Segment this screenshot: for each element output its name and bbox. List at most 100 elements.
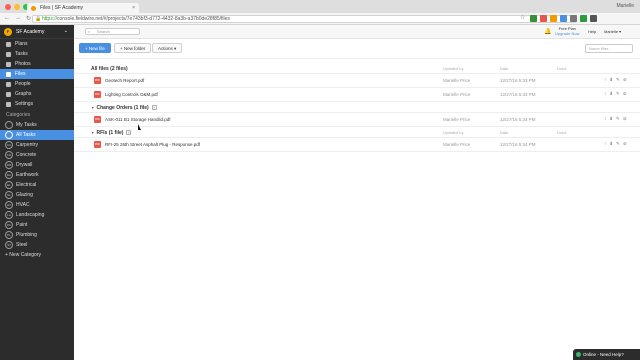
edit-icon[interactable]: ✎ xyxy=(616,91,620,97)
file-row[interactable]: PDF RFI-25 26th Street Asphalt Plug - Re… xyxy=(74,138,640,152)
folder-header-rfis[interactable]: ▼ RFIs (1 file) + Updated by Date Links xyxy=(74,127,640,138)
upload-icon[interactable]: ↑ xyxy=(604,77,606,83)
category-electrical[interactable]: EL Electrical xyxy=(0,180,74,190)
sidebar-item-files[interactable]: Files xyxy=(0,69,74,79)
folder-collapse-icon[interactable]: ▼ xyxy=(91,106,94,110)
extension-check-icon[interactable] xyxy=(580,15,587,22)
actions-dropdown[interactable]: Actions ▾ xyxy=(152,43,183,53)
category-steel[interactable]: ST Steel xyxy=(0,240,74,250)
download-icon[interactable]: ⬇ xyxy=(609,91,613,97)
delete-icon[interactable]: ⊘ xyxy=(623,77,627,83)
sidebar-item-tasks[interactable]: Tasks xyxy=(0,49,74,59)
plans-icon xyxy=(6,41,11,47)
folder-header-change-orders[interactable]: ▼ Change Orders (1 file) + xyxy=(74,102,640,113)
file-row[interactable]: PDF Geotech Report.pdf Marielle Price 12… xyxy=(74,74,640,88)
file-name[interactable]: ASK-011 B1 Storage Handlid.pdf xyxy=(105,117,170,122)
online-status-icon xyxy=(576,352,581,357)
category-label: All Tasks xyxy=(16,132,36,138)
minimize-window-button[interactable] xyxy=(14,4,20,10)
sidebar-item-graphs[interactable]: Graphs xyxy=(0,89,74,99)
notifications-bell-icon[interactable]: 🔔 xyxy=(544,28,551,35)
category-carpentry[interactable]: CA Carpentry xyxy=(0,140,74,150)
close-window-button[interactable] xyxy=(5,4,11,10)
address-bar[interactable]: 🔒 https://console.fieldwire.net/#/projec… xyxy=(32,15,577,23)
search-input[interactable]: ⌕ Search xyxy=(85,28,140,35)
delete-icon[interactable]: ⊘ xyxy=(623,141,627,147)
project-switcher[interactable]: F SF Academy ⌄ xyxy=(0,25,74,39)
new-category-button[interactable]: + New Category xyxy=(0,250,74,260)
category-landscaping[interactable]: LA Landscaping xyxy=(0,210,74,220)
sidebar-item-photos[interactable]: Photos xyxy=(0,59,74,69)
extension-red-icon[interactable] xyxy=(540,15,547,22)
category-drywall[interactable]: DR Drywall xyxy=(0,160,74,170)
category-my-tasks[interactable]: My Tasks xyxy=(0,120,74,130)
extension-gray-icon[interactable] xyxy=(570,15,577,22)
pdf-file-icon: PDF xyxy=(94,77,101,84)
chrome-menu-icon[interactable] xyxy=(590,15,597,22)
help-link[interactable]: Help xyxy=(588,29,596,34)
new-folder-button[interactable]: + New folder xyxy=(114,43,152,53)
gear-icon xyxy=(6,101,11,107)
back-arrow-icon[interactable]: ← xyxy=(4,15,10,22)
folder-title: All files (2 files) xyxy=(91,66,128,72)
extension-blue-icon[interactable] xyxy=(560,15,567,22)
sidebar-item-label: Graphs xyxy=(15,91,32,97)
file-row[interactable]: PDF ASK-011 B1 Storage Handlid.pdf Marie… xyxy=(74,113,640,127)
extension-orange-icon[interactable] xyxy=(550,15,557,22)
sidebar-item-plans[interactable]: Plans xyxy=(0,39,74,49)
category-plumbing[interactable]: PL Plumbing xyxy=(0,230,74,240)
download-icon[interactable]: ⬇ xyxy=(609,77,613,83)
folder-collapse-icon[interactable]: ▼ xyxy=(91,131,94,135)
search-icon: ⌕ xyxy=(88,29,91,34)
edit-icon[interactable]: ✎ xyxy=(616,116,620,122)
bookmark-star-icon[interactable]: ☆ xyxy=(520,15,527,22)
name-filter-input[interactable]: Name filter... xyxy=(585,44,633,53)
category-label: Concrete xyxy=(16,152,37,158)
pdf-file-icon: PDF xyxy=(94,91,101,98)
reload-icon[interactable]: ↻ xyxy=(26,15,31,22)
sidebar-item-settings[interactable]: Settings xyxy=(0,99,74,109)
forward-arrow-icon[interactable]: → xyxy=(15,15,21,22)
add-to-folder-icon[interactable]: + xyxy=(126,130,132,135)
new-file-button[interactable]: + New file xyxy=(79,43,111,53)
file-row[interactable]: PDF Lighting Controls O&M.pdf Marielle P… xyxy=(74,88,640,102)
delete-icon[interactable]: ⊘ xyxy=(623,91,627,97)
category-badge: GL xyxy=(5,191,13,199)
tab-title: Files | SF Academy xyxy=(40,5,83,11)
upload-icon[interactable]: ↑ xyxy=(604,141,606,147)
upload-icon[interactable]: ↑ xyxy=(604,116,606,122)
category-hvac[interactable]: HV HVAC xyxy=(0,200,74,210)
delete-icon[interactable]: ⊘ xyxy=(623,116,627,122)
photos-icon xyxy=(6,61,11,67)
upload-icon[interactable]: ↑ xyxy=(604,91,606,97)
file-name[interactable]: Lighting Controls O&M.pdf xyxy=(105,92,158,97)
edit-icon[interactable]: ✎ xyxy=(616,141,620,147)
download-icon[interactable]: ⬇ xyxy=(609,141,613,147)
file-updated-by: Marielle Price xyxy=(443,117,471,122)
category-all-tasks[interactable]: All Tasks xyxy=(0,130,74,140)
category-glazing[interactable]: GL Glazing xyxy=(0,190,74,200)
file-name[interactable]: RFI-25 26th Street Asphalt Plug - Respon… xyxy=(105,142,200,147)
file-name[interactable]: Geotech Report.pdf xyxy=(105,78,144,83)
add-to-folder-icon[interactable]: + xyxy=(151,105,157,110)
extension-green-icon[interactable] xyxy=(530,15,537,22)
column-date: Date xyxy=(500,66,509,71)
files-toolbar: + New file + New folder Actions ▾ Name f… xyxy=(74,39,640,59)
download-icon[interactable]: ⬇ xyxy=(609,116,613,122)
sidebar-item-people[interactable]: People xyxy=(0,79,74,89)
category-label: HVAC xyxy=(16,202,30,208)
category-label: Carpentry xyxy=(16,142,38,148)
upgrade-link[interactable]: Upgrade Now xyxy=(555,31,579,36)
sidebar-item-label: Files xyxy=(15,71,26,77)
category-label: Steel xyxy=(16,242,28,248)
lock-icon: 🔒 xyxy=(35,16,42,22)
category-concrete[interactable]: CO Concrete xyxy=(0,150,74,160)
folder-header-all-files[interactable]: All files (2 files) Updated by Date Link… xyxy=(74,63,640,74)
help-chat-widget[interactable]: Online - Need Help? xyxy=(573,349,640,360)
category-earthwork[interactable]: EA Earthwork xyxy=(0,170,74,180)
category-paint[interactable]: PA Paint xyxy=(0,220,74,230)
user-menu[interactable]: Marielle ▾ xyxy=(604,29,621,34)
browser-profile[interactable]: Marielle xyxy=(616,3,634,9)
edit-icon[interactable]: ✎ xyxy=(616,77,620,83)
graphs-icon xyxy=(6,91,11,97)
